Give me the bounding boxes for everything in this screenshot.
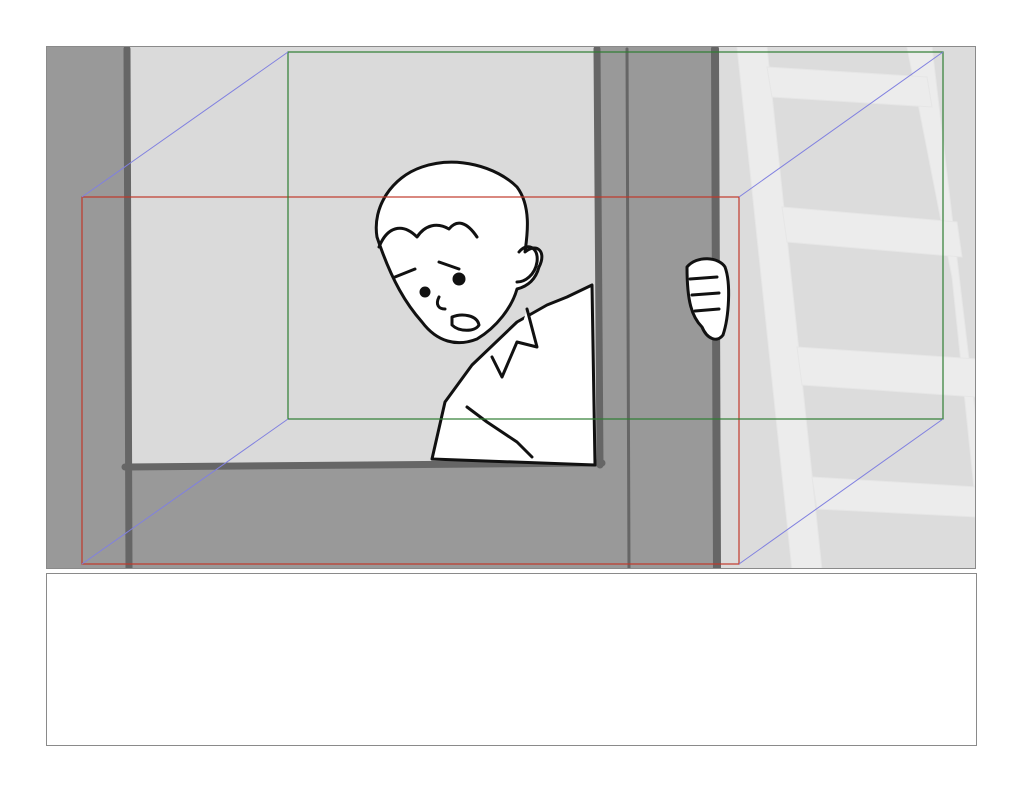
- wall-left: [47, 47, 127, 568]
- storyboard-frame: [46, 46, 976, 569]
- window-sill: [127, 465, 597, 568]
- notes-panel[interactable]: [46, 573, 977, 746]
